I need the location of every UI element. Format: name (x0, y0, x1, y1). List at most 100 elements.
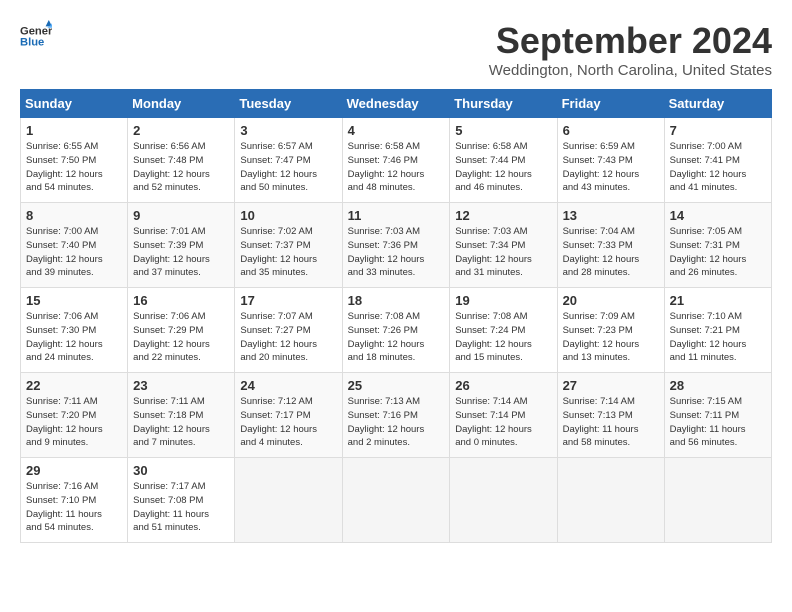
calendar-day-cell: 27 Sunrise: 7:14 AMSunset: 7:13 PMDayligh… (557, 373, 664, 458)
day-number: 24 (240, 378, 336, 393)
day-number: 26 (455, 378, 551, 393)
calendar-day-cell: 29Sunrise: 7:16 AMSunset: 7:10 PMDayligh… (21, 458, 128, 543)
day-number: 16 (133, 293, 229, 308)
calendar-day-cell: 18 Sunrise: 7:08 AMSunset: 7:26 PMDayligh… (342, 288, 450, 373)
location: Weddington, North Carolina, United State… (489, 62, 772, 79)
day-info: Sunrise: 7:04 AMSunset: 7:33 PMDaylight:… (563, 225, 659, 280)
day-number: 14 (670, 208, 766, 223)
calendar-day-cell: 21 Sunrise: 7:10 AMSunset: 7:21 PMDayligh… (664, 288, 771, 373)
calendar-day-cell: 22 Sunrise: 7:11 AMSunset: 7:20 PMDayligh… (21, 373, 128, 458)
day-info: Sunrise: 7:11 AMSunset: 7:18 PMDaylight:… (133, 395, 229, 450)
calendar-day-cell: 15Sunrise: 7:06 AMSunset: 7:30 PMDayligh… (21, 288, 128, 373)
day-number: 7 (670, 123, 766, 138)
day-number: 28 (670, 378, 766, 393)
day-of-week-header: Friday (557, 90, 664, 118)
calendar-day-cell: 28 Sunrise: 7:15 AMSunset: 7:11 PMDayligh… (664, 373, 771, 458)
days-of-week-row: SundayMondayTuesdayWednesdayThursdayFrid… (21, 90, 772, 118)
day-number: 22 (26, 378, 122, 393)
calendar-week-row: 15Sunrise: 7:06 AMSunset: 7:30 PMDayligh… (21, 288, 772, 373)
calendar-day-cell: 3Sunrise: 6:57 AMSunset: 7:47 PMDaylight… (235, 118, 342, 203)
day-info: Sunrise: 7:06 AMSunset: 7:29 PMDaylight:… (133, 310, 229, 365)
calendar-day-cell: 7 Sunrise: 7:00 AMSunset: 7:41 PMDaylight… (664, 118, 771, 203)
logo-icon: General Blue (20, 20, 52, 52)
day-info: Sunrise: 6:57 AMSunset: 7:47 PMDaylight:… (240, 140, 336, 195)
svg-text:Blue: Blue (20, 37, 44, 49)
day-info: Sunrise: 7:14 AMSunset: 7:13 PMDaylight:… (563, 395, 659, 450)
day-info: Sunrise: 7:12 AMSunset: 7:17 PMDaylight:… (240, 395, 336, 450)
calendar-day-cell: 23 Sunrise: 7:11 AMSunset: 7:18 PMDayligh… (128, 373, 235, 458)
calendar-day-cell: 17 Sunrise: 7:07 AMSunset: 7:27 PMDayligh… (235, 288, 342, 373)
calendar-header: SundayMondayTuesdayWednesdayThursdayFrid… (21, 90, 772, 118)
calendar-day-cell: 6 Sunrise: 6:59 AMSunset: 7:43 PMDaylight… (557, 118, 664, 203)
day-number: 11 (348, 208, 445, 223)
day-info: Sunrise: 7:10 AMSunset: 7:21 PMDaylight:… (670, 310, 766, 365)
day-number: 18 (348, 293, 445, 308)
day-number: 2 (133, 123, 229, 138)
day-info: Sunrise: 6:55 AMSunset: 7:50 PMDaylight:… (26, 140, 122, 195)
title-block: September 2024 Weddington, North Carolin… (489, 20, 772, 79)
day-number: 13 (563, 208, 659, 223)
calendar-day-cell (664, 458, 771, 543)
day-number: 15 (26, 293, 122, 308)
day-of-week-header: Saturday (664, 90, 771, 118)
calendar-day-cell: 1 Sunrise: 6:55 AMSunset: 7:50 PMDaylight… (21, 118, 128, 203)
day-info: Sunrise: 6:56 AMSunset: 7:48 PMDaylight:… (133, 140, 229, 195)
day-number: 29 (26, 463, 122, 478)
day-number: 21 (670, 293, 766, 308)
day-number: 4 (348, 123, 445, 138)
day-info: Sunrise: 7:08 AMSunset: 7:26 PMDaylight:… (348, 310, 445, 365)
day-info: Sunrise: 7:17 AMSunset: 7:08 PMDaylight:… (133, 480, 229, 535)
day-of-week-header: Thursday (450, 90, 557, 118)
day-number: 19 (455, 293, 551, 308)
calendar-day-cell: 30 Sunrise: 7:17 AMSunset: 7:08 PMDayligh… (128, 458, 235, 543)
calendar-day-cell (235, 458, 342, 543)
calendar-day-cell: 16 Sunrise: 7:06 AMSunset: 7:29 PMDayligh… (128, 288, 235, 373)
day-number: 30 (133, 463, 229, 478)
day-number: 8 (26, 208, 122, 223)
month-title: September 2024 (489, 20, 772, 62)
calendar-week-row: 8 Sunrise: 7:00 AMSunset: 7:40 PMDaylight… (21, 203, 772, 288)
day-info: Sunrise: 7:09 AMSunset: 7:23 PMDaylight:… (563, 310, 659, 365)
day-number: 10 (240, 208, 336, 223)
day-info: Sunrise: 7:00 AMSunset: 7:41 PMDaylight:… (670, 140, 766, 195)
calendar-week-row: 29Sunrise: 7:16 AMSunset: 7:10 PMDayligh… (21, 458, 772, 543)
calendar-day-cell: 25Sunrise: 7:13 AMSunset: 7:16 PMDayligh… (342, 373, 450, 458)
day-number: 23 (133, 378, 229, 393)
day-of-week-header: Sunday (21, 90, 128, 118)
day-number: 9 (133, 208, 229, 223)
day-number: 25 (348, 378, 445, 393)
logo: General Blue (20, 20, 52, 52)
day-info: Sunrise: 7:03 AMSunset: 7:34 PMDaylight:… (455, 225, 551, 280)
calendar-day-cell (342, 458, 450, 543)
day-info: Sunrise: 7:11 AMSunset: 7:20 PMDaylight:… (26, 395, 122, 450)
calendar-day-cell: 12 Sunrise: 7:03 AMSunset: 7:34 PMDayligh… (450, 203, 557, 288)
day-info: Sunrise: 7:15 AMSunset: 7:11 PMDaylight:… (670, 395, 766, 450)
svg-text:General: General (20, 25, 52, 37)
calendar-day-cell: 10 Sunrise: 7:02 AMSunset: 7:37 PMDayligh… (235, 203, 342, 288)
calendar-day-cell: 2 Sunrise: 6:56 AMSunset: 7:48 PMDaylight… (128, 118, 235, 203)
day-number: 20 (563, 293, 659, 308)
day-number: 27 (563, 378, 659, 393)
calendar-day-cell (557, 458, 664, 543)
day-info: Sunrise: 6:58 AMSunset: 7:46 PMDaylight:… (348, 140, 445, 195)
calendar-day-cell: 8 Sunrise: 7:00 AMSunset: 7:40 PMDaylight… (21, 203, 128, 288)
calendar-day-cell: 24 Sunrise: 7:12 AMSunset: 7:17 PMDayligh… (235, 373, 342, 458)
day-info: Sunrise: 7:03 AMSunset: 7:36 PMDaylight:… (348, 225, 445, 280)
day-number: 5 (455, 123, 551, 138)
day-info: Sunrise: 7:07 AMSunset: 7:27 PMDaylight:… (240, 310, 336, 365)
day-number: 6 (563, 123, 659, 138)
calendar-day-cell: 19 Sunrise: 7:08 AMSunset: 7:24 PMDayligh… (450, 288, 557, 373)
day-number: 12 (455, 208, 551, 223)
calendar-week-row: 1 Sunrise: 6:55 AMSunset: 7:50 PMDaylight… (21, 118, 772, 203)
day-of-week-header: Tuesday (235, 90, 342, 118)
day-number: 17 (240, 293, 336, 308)
day-of-week-header: Monday (128, 90, 235, 118)
day-info: Sunrise: 7:08 AMSunset: 7:24 PMDaylight:… (455, 310, 551, 365)
day-of-week-header: Wednesday (342, 90, 450, 118)
day-info: Sunrise: 7:00 AMSunset: 7:40 PMDaylight:… (26, 225, 122, 280)
calendar-day-cell: 4 Sunrise: 6:58 AMSunset: 7:46 PMDaylight… (342, 118, 450, 203)
day-info: Sunrise: 7:02 AMSunset: 7:37 PMDaylight:… (240, 225, 336, 280)
day-number: 1 (26, 123, 122, 138)
day-info: Sunrise: 6:59 AMSunset: 7:43 PMDaylight:… (563, 140, 659, 195)
calendar-day-cell: 13 Sunrise: 7:04 AMSunset: 7:33 PMDayligh… (557, 203, 664, 288)
